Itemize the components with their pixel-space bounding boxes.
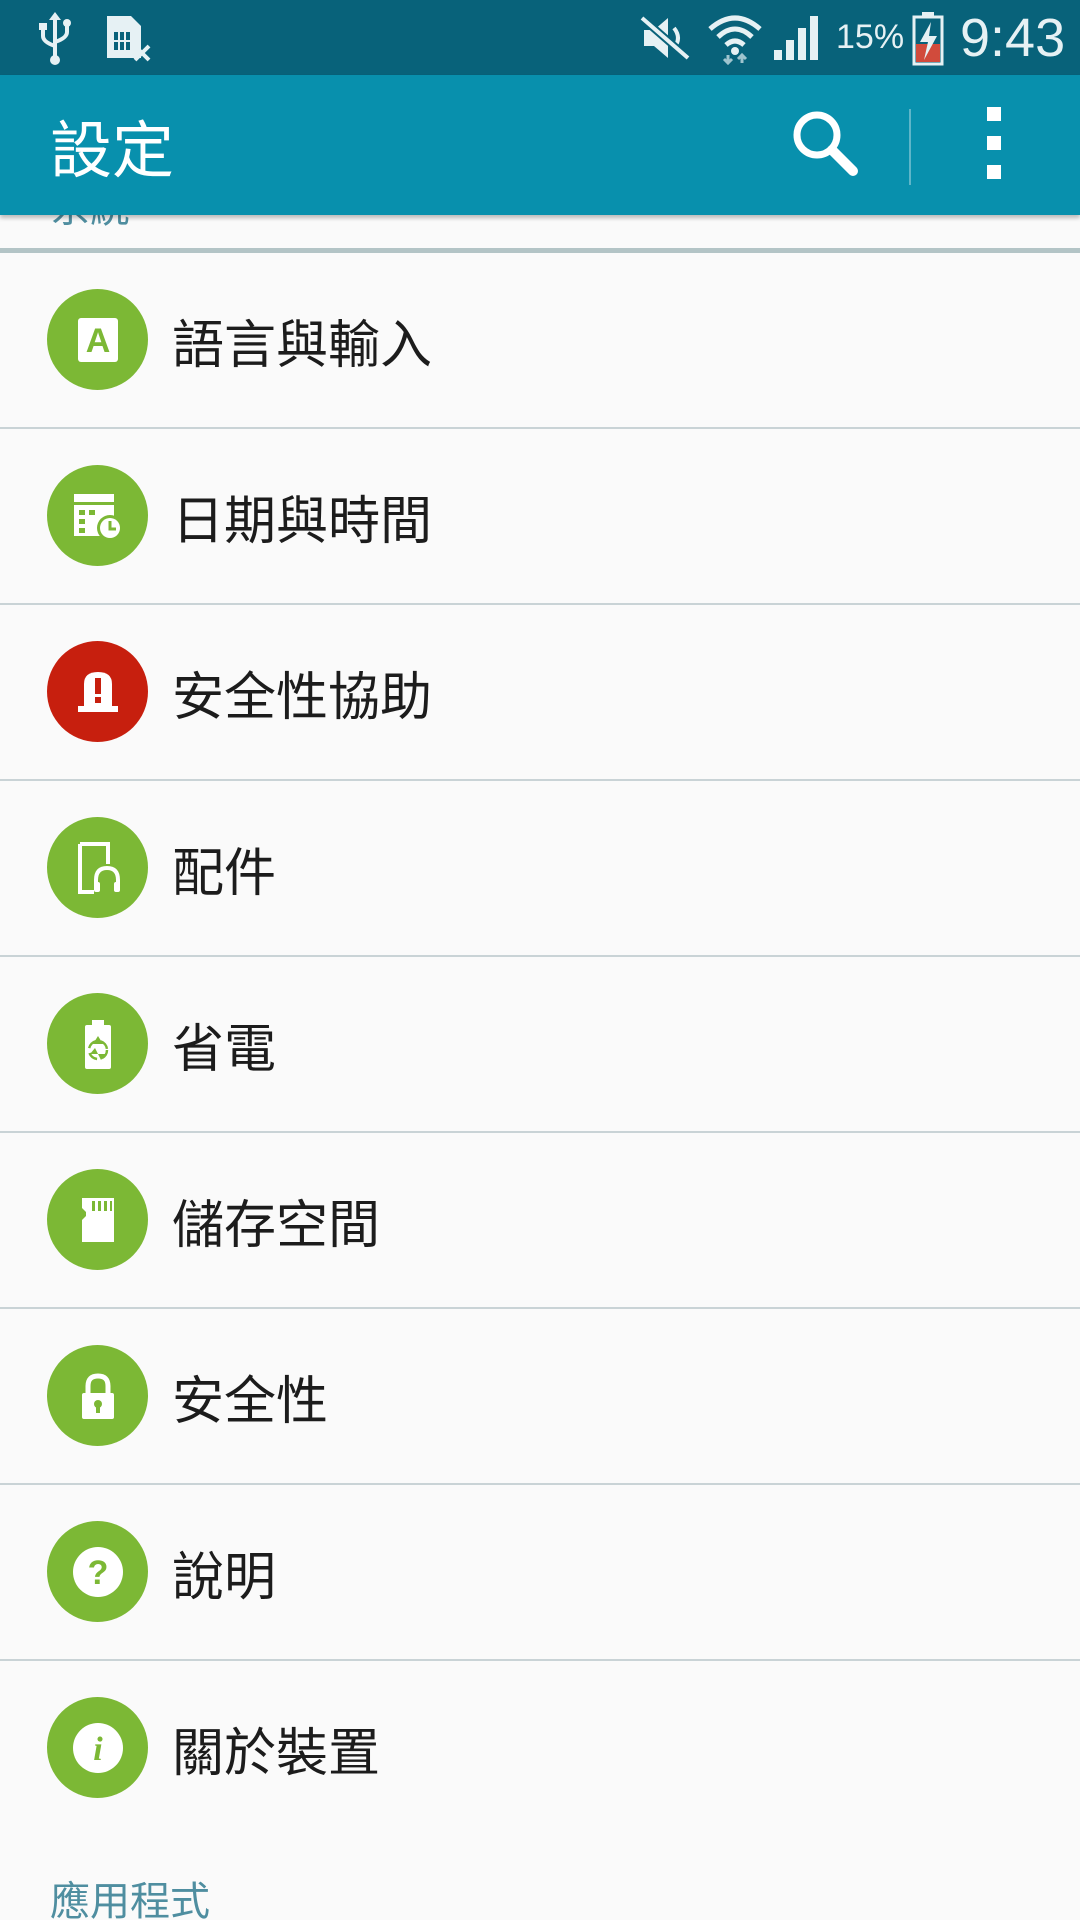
settings-item-label: 安全性 bbox=[172, 1371, 329, 1432]
settings-item-label: 儲存空間 bbox=[172, 1195, 381, 1256]
settings-item-language-input[interactable]: A 語言與輸入 bbox=[0, 253, 1080, 429]
settings-item-label: 日期與時間 bbox=[172, 491, 433, 552]
signal-icon bbox=[768, 0, 824, 75]
battery-charging-icon bbox=[908, 0, 948, 75]
section-header-label: 系統 bbox=[50, 215, 130, 229]
svg-text:A: A bbox=[85, 322, 110, 360]
help-icon: ? bbox=[47, 1521, 148, 1622]
settings-item-label: 說明 bbox=[172, 1547, 277, 1608]
settings-item-power-saving[interactable]: 省電 bbox=[0, 957, 1080, 1133]
settings-item-label: 配件 bbox=[172, 843, 277, 904]
date-time-icon bbox=[47, 465, 148, 566]
settings-item-about-device[interactable]: i 關於裝置 bbox=[0, 1661, 1080, 1835]
wifi-icon bbox=[704, 0, 766, 75]
accessory-icon bbox=[47, 817, 148, 918]
usb-icon bbox=[30, 0, 80, 75]
more-options-button[interactable] bbox=[960, 75, 1030, 215]
settings-item-label: 語言與輸入 bbox=[172, 315, 433, 376]
settings-item-accessories[interactable]: 配件 bbox=[0, 781, 1080, 957]
app-bar: 設定 bbox=[0, 75, 1080, 215]
battery-percent: 15% bbox=[836, 18, 905, 56]
language-input-icon: A bbox=[47, 289, 148, 390]
power-saving-icon bbox=[47, 993, 148, 1094]
about-device-icon: i bbox=[47, 1697, 148, 1798]
settings-item-security[interactable]: 安全性 bbox=[0, 1309, 1080, 1485]
page-title: 設定 bbox=[50, 114, 175, 187]
clock: 9:43 bbox=[960, 7, 1066, 68]
settings-screen: 15% 9:43 設定 A 語言與輸入 日期與時間 安全性協助 配件 省電 儲存… bbox=[0, 0, 1080, 1920]
search-icon bbox=[789, 107, 861, 183]
app-bar-divider bbox=[909, 109, 911, 185]
storage-icon bbox=[47, 1169, 148, 1270]
emergency-alert-icon bbox=[47, 641, 148, 742]
settings-item-help[interactable]: ? 說明 bbox=[0, 1485, 1080, 1661]
settings-item-label: 省電 bbox=[172, 1019, 277, 1080]
more-options-icon bbox=[985, 105, 1005, 185]
mute-icon bbox=[636, 0, 694, 75]
settings-item-label: 安全性協助 bbox=[172, 667, 433, 728]
settings-item-label: 關於裝置 bbox=[172, 1723, 381, 1784]
settings-list: A 語言與輸入 日期與時間 安全性協助 配件 省電 儲存空間 安全性 ? 說明 … bbox=[0, 253, 1080, 1835]
svg-text:i: i bbox=[93, 1731, 103, 1768]
lock-icon bbox=[47, 1345, 148, 1446]
search-button[interactable] bbox=[780, 75, 870, 215]
settings-item-safety-assistance[interactable]: 安全性協助 bbox=[0, 605, 1080, 781]
settings-item-date-time[interactable]: 日期與時間 bbox=[0, 429, 1080, 605]
section-header-system: 系統 bbox=[0, 215, 1080, 253]
section-header-applications: 應用程式 bbox=[50, 1879, 210, 1920]
settings-item-storage[interactable]: 儲存空間 bbox=[0, 1133, 1080, 1309]
sim-card-error-icon bbox=[100, 0, 156, 75]
status-bar: 15% 9:43 bbox=[0, 0, 1080, 75]
svg-text:?: ? bbox=[87, 1554, 108, 1592]
